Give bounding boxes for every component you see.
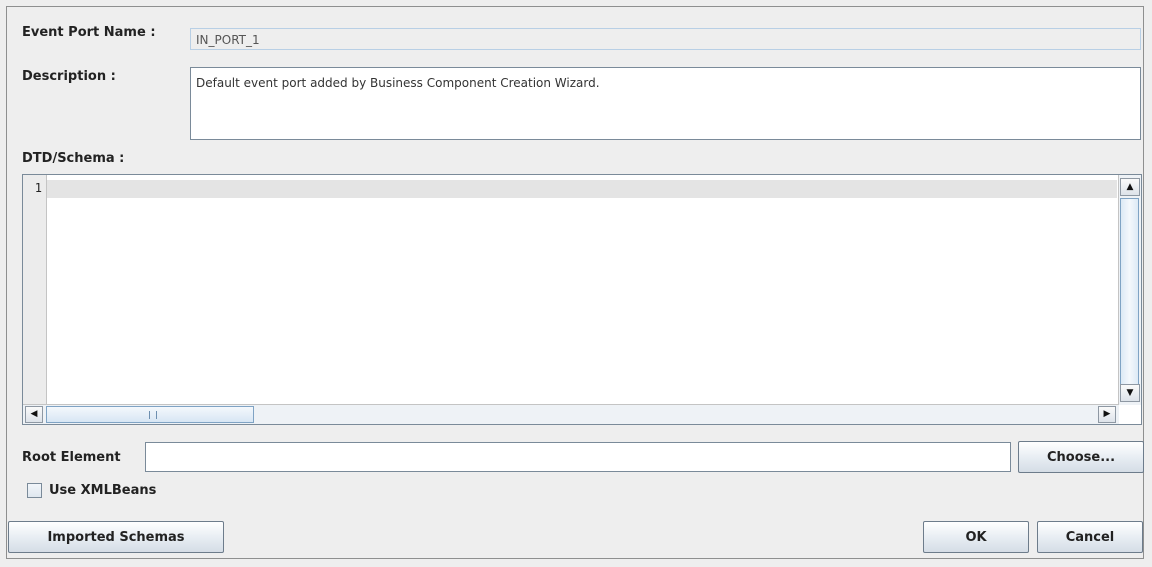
root-element-field[interactable]: [145, 442, 1011, 472]
root-element-label: Root Element: [22, 450, 121, 465]
horizontal-scrollbar[interactable]: ◀ ▶: [23, 404, 1119, 424]
arrow-left-icon: ◀: [30, 409, 38, 419]
scroll-down-button[interactable]: ▼: [1120, 384, 1140, 402]
imported-schemas-button[interactable]: Imported Schemas: [8, 521, 224, 553]
description-field[interactable]: Default event port added by Business Com…: [190, 67, 1141, 140]
schema-editor[interactable]: 1 ▲ ▼ ◀ ▶: [22, 174, 1142, 425]
scroll-up-button[interactable]: ▲: [1120, 178, 1140, 196]
event-port-name-label: Event Port Name :: [22, 25, 156, 40]
line-number: 1: [34, 181, 42, 195]
vertical-scrollbar[interactable]: ▲ ▼: [1118, 175, 1141, 405]
schema-label: DTD/Schema :: [22, 151, 125, 166]
use-xmlbeans-label: Use XMLBeans: [49, 483, 157, 498]
line-number-gutter: 1: [23, 175, 47, 405]
cancel-button[interactable]: Cancel: [1037, 521, 1143, 553]
grip-icon: [149, 411, 157, 419]
arrow-down-icon: ▼: [1126, 387, 1134, 398]
description-label: Description :: [22, 69, 116, 84]
current-line-highlight: [47, 180, 1117, 198]
use-xmlbeans-checkbox[interactable]: [27, 483, 42, 498]
horizontal-scroll-thumb[interactable]: [46, 406, 254, 423]
vertical-scroll-thumb[interactable]: [1120, 198, 1139, 385]
choose-button[interactable]: Choose...: [1018, 441, 1144, 473]
ok-button[interactable]: OK: [923, 521, 1029, 553]
arrow-right-icon: ▶: [1103, 409, 1111, 419]
scroll-left-button[interactable]: ◀: [25, 406, 43, 423]
arrow-up-icon: ▲: [1126, 181, 1134, 192]
scroll-right-button[interactable]: ▶: [1098, 406, 1116, 423]
event-port-name-field[interactable]: IN_PORT_1: [190, 28, 1141, 50]
